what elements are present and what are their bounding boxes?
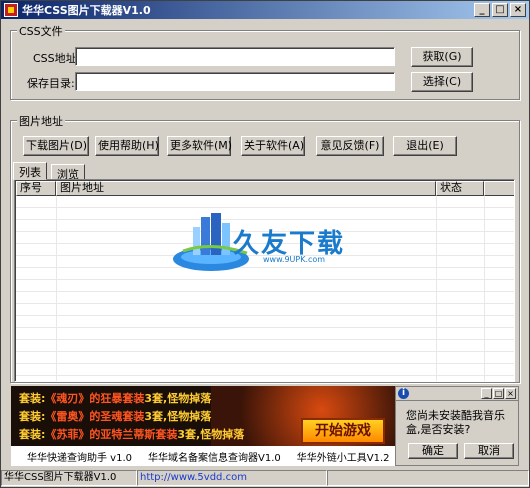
popup-cancel-button[interactable]: 取消: [464, 443, 514, 459]
tab-browse[interactable]: 浏览: [51, 164, 85, 181]
title-bar[interactable]: 华华CSS图片下载器V1.0 _ □ ×: [1, 1, 529, 19]
exit-button[interactable]: 退出(E): [393, 136, 457, 156]
main-window: 华华CSS图片下载器V1.0 _ □ × CSS文件 CSS地址: 保存目录: …: [0, 0, 530, 488]
ad-links-bar: 华华快递查询助手 v1.0 华华域名备案信息查询器V1.0 华华外链小工具V1.…: [11, 446, 395, 466]
window-controls: _ □ ×: [474, 3, 526, 17]
column-header-filler: [484, 181, 514, 196]
info-icon: i: [398, 388, 409, 399]
start-game-button[interactable]: 开始游戏: [301, 418, 385, 444]
app-icon: [4, 3, 18, 17]
minimize-button[interactable]: _: [474, 3, 490, 17]
popup-confirm-button[interactable]: 确定: [408, 443, 458, 459]
ad-link-express-query[interactable]: 华华快递查询助手 v1.0: [27, 449, 132, 464]
table-row: [16, 304, 514, 316]
status-empty-pane: [327, 470, 529, 486]
status-app-name: 华华CSS图片下载器V1.0: [1, 470, 137, 486]
table-row: [16, 328, 514, 340]
css-address-label: CSS地址:: [33, 52, 81, 65]
save-dir-label: 保存目录:: [27, 77, 75, 90]
download-images-button[interactable]: 下载图片(D): [23, 136, 89, 156]
fetch-button[interactable]: 获取(G): [411, 47, 473, 67]
watermark-url: www.9UPK.com: [263, 255, 326, 264]
table-row: [16, 340, 514, 352]
table-row: [16, 292, 514, 304]
close-button[interactable]: ×: [510, 3, 526, 17]
popup-minimize-button[interactable]: _: [481, 388, 492, 399]
column-header-index[interactable]: 序号: [16, 181, 56, 196]
ad-line[interactable]: 套装:《魂刃》的狂暴套装3套,怪物掉落: [19, 390, 211, 406]
status-url-link[interactable]: http://www.5vdd.com: [137, 470, 327, 486]
tab-list[interactable]: 列表: [13, 162, 47, 180]
table-row: [16, 364, 514, 376]
table-row: [16, 316, 514, 328]
popup-maximize-button[interactable]: □: [493, 388, 504, 399]
css-address-input[interactable]: [75, 47, 395, 66]
help-button[interactable]: 使用帮助(H): [95, 136, 159, 156]
popup-controls: _ □ ×: [481, 388, 516, 399]
column-header-status[interactable]: 状态: [436, 181, 484, 196]
more-software-button[interactable]: 更多软件(M): [167, 136, 232, 156]
table-row: [16, 196, 514, 208]
ad-line[interactable]: 套装:《苏菲》的亚特兰蒂斯套装3套,怪物掉落: [19, 426, 244, 442]
install-popup: i _ □ × 您尚未安装酷我音乐盒,是否安装? 确定 取消: [395, 386, 519, 466]
about-button[interactable]: 关于软件(A): [241, 136, 305, 156]
choose-button[interactable]: 选择(C): [411, 72, 473, 92]
popup-message: 您尚未安装酷我音乐盒,是否安装?: [406, 409, 505, 436]
column-header-url[interactable]: 图片地址: [56, 181, 436, 196]
css-file-group-title: CSS文件: [17, 23, 65, 39]
popup-close-button[interactable]: ×: [505, 388, 516, 399]
maximize-button[interactable]: □: [492, 3, 508, 17]
status-bar: 华华CSS图片下载器V1.0 http://www.5vdd.com: [1, 470, 529, 488]
ad-line[interactable]: 套装:《雷奥》的圣魂套装3套,怪物掉落: [19, 408, 211, 424]
save-dir-input[interactable]: [75, 72, 395, 91]
window-title: 华华CSS图片下载器V1.0: [22, 4, 151, 17]
popup-title-bar: i _ □ ×: [396, 387, 518, 401]
ad-link-backlink-tool[interactable]: 华华外链小工具V1.2: [297, 449, 390, 464]
table-row: [16, 352, 514, 364]
list-header: 序号 图片地址 状态: [16, 181, 514, 196]
feedback-button[interactable]: 意见反馈(F): [316, 136, 384, 156]
image-address-group-title: 图片地址: [17, 113, 65, 129]
ad-banner[interactable]: 套装:《魂刃》的狂暴套装3套,怪物掉落 套装:《雷奥》的圣魂套装3套,怪物掉落 …: [11, 386, 395, 466]
table-row: [16, 280, 514, 292]
ad-link-domain-query[interactable]: 华华域名备案信息查询器V1.0: [148, 449, 281, 464]
